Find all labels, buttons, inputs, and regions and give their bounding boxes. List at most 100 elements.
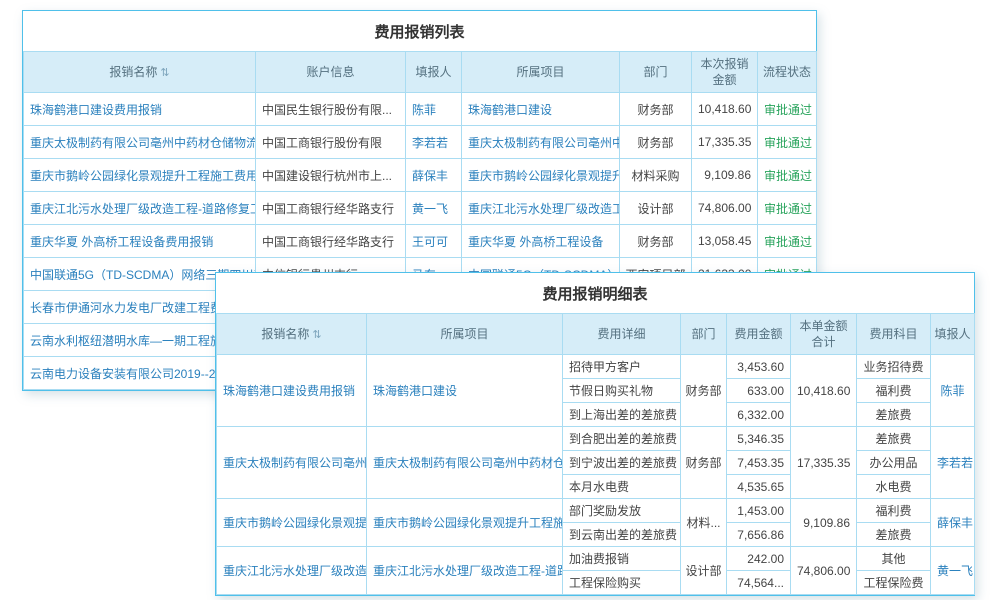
report-name-link[interactable]: 重庆江北污水处理厂级改造工程-道路修复工程费用... bbox=[30, 202, 256, 216]
expense-detail-table: 报销名称⇅ 所属项目 费用详细 部门 费用金额 本单金额合计 费用科目 填报人 … bbox=[216, 313, 975, 595]
account-cell: 中国工商银行股份有限 bbox=[256, 126, 406, 159]
col-header-dept: 部门 bbox=[681, 314, 727, 355]
report-name-link[interactable]: 重庆太极制药有限公司亳州中药材仓储物流基地项... bbox=[30, 136, 256, 150]
table-row: 重庆华夏 外高桥工程设备费用报销 中国工商银行经华路支行 王可可 重庆华夏 外高… bbox=[24, 225, 817, 258]
report-name-link[interactable]: 重庆江北污水处理厂级改造工程-... bbox=[223, 564, 367, 578]
project-link[interactable]: 重庆江北污水处理厂级改造工... bbox=[468, 202, 620, 216]
dept-cell: 财务部 bbox=[681, 427, 727, 499]
report-name-link[interactable]: 重庆市鹅岭公园绿化景观提升工程施工费用报销 bbox=[30, 169, 256, 183]
col-header-status: 流程状态 bbox=[758, 52, 817, 93]
amount-cell: 10,418.60 bbox=[692, 93, 758, 126]
col-header-dept: 部门 bbox=[620, 52, 692, 93]
expense-detail-cell: 本月水电费 bbox=[563, 475, 681, 499]
amount-cell: 17,335.35 bbox=[692, 126, 758, 159]
report-name-link[interactable]: 重庆市鹅岭公园绿化景观提升工... bbox=[223, 516, 367, 530]
project-link[interactable]: 重庆太极制药有限公司亳州中... bbox=[468, 136, 620, 150]
col-header-project: 所属项目 bbox=[462, 52, 620, 93]
col-header-report-name: 报销名称⇅ bbox=[217, 314, 367, 355]
table-row: 珠海鹤港口建设费用报销 中国民生银行股份有限... 陈菲 珠海鹤港口建设 财务部… bbox=[24, 93, 817, 126]
amount-cell: 13,058.45 bbox=[692, 225, 758, 258]
filler-link[interactable]: 李若若 bbox=[412, 136, 448, 150]
filler-link[interactable]: 陈菲 bbox=[412, 103, 436, 117]
sort-icon[interactable]: ⇅ bbox=[160, 66, 169, 81]
col-header-filler: 填报人 bbox=[406, 52, 462, 93]
dept-cell: 财务部 bbox=[620, 225, 692, 258]
table-row: 重庆太极制药有限公司亳州中药... 重庆太极制药有限公司亳州中药材仓储物流...… bbox=[217, 427, 975, 451]
col-header-expense-amount: 费用金额 bbox=[727, 314, 791, 355]
category-cell: 工程保险费 bbox=[857, 571, 931, 595]
account-cell: 中国建设银行杭州市上... bbox=[256, 159, 406, 192]
amount-cell: 5,346.35 bbox=[727, 427, 791, 451]
dept-cell: 财务部 bbox=[681, 355, 727, 427]
report-name-link[interactable]: 珠海鹤港口建设费用报销 bbox=[30, 103, 162, 117]
dept-cell: 财务部 bbox=[620, 93, 692, 126]
table-row: 重庆市鹅岭公园绿化景观提升工程施工费用报销 中国建设银行杭州市上... 薛保丰 … bbox=[24, 159, 817, 192]
filler-link[interactable]: 陈菲 bbox=[940, 384, 964, 398]
filler-link[interactable]: 薛保丰 bbox=[412, 169, 448, 183]
expense-detail-cell: 到合肥出差的差旅费 bbox=[563, 427, 681, 451]
dept-cell: 材料采购 bbox=[620, 159, 692, 192]
col-header-expense-detail: 费用详细 bbox=[563, 314, 681, 355]
filler-link[interactable]: 黄一飞 bbox=[937, 564, 973, 578]
report-name-link[interactable]: 重庆太极制药有限公司亳州中药... bbox=[223, 456, 367, 470]
dept-cell: 设计部 bbox=[620, 192, 692, 225]
expense-detail-cell: 部门奖励发放 bbox=[563, 499, 681, 523]
project-link[interactable]: 重庆太极制药有限公司亳州中药材仓储物流... bbox=[373, 456, 563, 470]
amount-cell: 6,332.00 bbox=[727, 403, 791, 427]
account-cell: 中国民生银行股份有限... bbox=[256, 93, 406, 126]
project-link[interactable]: 重庆江北污水处理厂级改造工程-道路修复工程 bbox=[373, 564, 563, 578]
category-cell: 差旅费 bbox=[857, 427, 931, 451]
total-cell: 10,418.60 bbox=[791, 355, 857, 427]
table-row: 重庆江北污水处理厂级改造工程-... 重庆江北污水处理厂级改造工程-道路修复工程… bbox=[217, 547, 975, 571]
project-link[interactable]: 重庆华夏 外高桥工程设备 bbox=[468, 235, 603, 249]
amount-cell: 74,806.00 bbox=[692, 192, 758, 225]
category-cell: 其他 bbox=[857, 547, 931, 571]
amount-cell: 242.00 bbox=[727, 547, 791, 571]
status-badge: 审批通过 bbox=[764, 202, 812, 216]
status-badge: 审批通过 bbox=[764, 136, 812, 150]
expense-detail-cell: 招待甲方客户 bbox=[563, 355, 681, 379]
filler-link[interactable]: 薛保丰 bbox=[937, 516, 973, 530]
amount-cell: 7,656.86 bbox=[727, 523, 791, 547]
project-link[interactable]: 重庆市鹅岭公园绿化景观提升... bbox=[468, 169, 620, 183]
expense-detail-cell: 到上海出差的差旅费 bbox=[563, 403, 681, 427]
amount-cell: 1,453.00 bbox=[727, 499, 791, 523]
expense-detail-header-row: 报销名称⇅ 所属项目 费用详细 部门 费用金额 本单金额合计 费用科目 填报人 bbox=[217, 314, 975, 355]
account-cell: 中国工商银行经华路支行 bbox=[256, 225, 406, 258]
project-link[interactable]: 珠海鹤港口建设 bbox=[468, 103, 552, 117]
filler-link[interactable]: 李若若 bbox=[937, 456, 973, 470]
category-cell: 福利费 bbox=[857, 379, 931, 403]
col-header-report-name-label: 报销名称 bbox=[261, 327, 309, 341]
expense-detail-cell: 工程保险购买 bbox=[563, 571, 681, 595]
col-header-filler: 填报人 bbox=[931, 314, 975, 355]
expense-detail-cell: 到云南出差的差旅费 bbox=[563, 523, 681, 547]
total-cell: 74,806.00 bbox=[791, 547, 857, 595]
table-row: 重庆太极制药有限公司亳州中药材仓储物流基地项... 中国工商银行股份有限 李若若… bbox=[24, 126, 817, 159]
report-name-link[interactable]: 重庆华夏 外高桥工程设备费用报销 bbox=[30, 235, 213, 249]
amount-cell: 7,453.35 bbox=[727, 451, 791, 475]
col-header-report-name: 报销名称⇅ bbox=[24, 52, 256, 93]
amount-cell: 3,453.60 bbox=[727, 355, 791, 379]
amount-cell: 633.00 bbox=[727, 379, 791, 403]
project-link[interactable]: 珠海鹤港口建设 bbox=[373, 384, 457, 398]
status-badge: 审批通过 bbox=[764, 103, 812, 117]
col-header-report-name-label: 报销名称 bbox=[109, 65, 157, 79]
dept-cell: 设计部 bbox=[681, 547, 727, 595]
project-link[interactable]: 重庆市鹅岭公园绿化景观提升工程施工 bbox=[373, 516, 563, 530]
col-header-project: 所属项目 bbox=[367, 314, 563, 355]
amount-cell: 74,564... bbox=[727, 571, 791, 595]
category-cell: 业务招待费 bbox=[857, 355, 931, 379]
expense-list-header-row: 报销名称⇅ 账户信息 填报人 所属项目 部门 本次报销金额 流程状态 bbox=[24, 52, 817, 93]
col-header-order-total: 本单金额合计 bbox=[791, 314, 857, 355]
table-row: 珠海鹤港口建设费用报销 珠海鹤港口建设 招待甲方客户 财务部 3,453.60 … bbox=[217, 355, 975, 379]
expense-detail-title: 费用报销明细表 bbox=[216, 273, 974, 313]
status-badge: 审批通过 bbox=[764, 235, 812, 249]
sort-icon[interactable]: ⇅ bbox=[312, 328, 321, 343]
filler-link[interactable]: 黄一飞 bbox=[412, 202, 448, 216]
status-badge: 审批通过 bbox=[764, 169, 812, 183]
category-cell: 差旅费 bbox=[857, 403, 931, 427]
report-name-link[interactable]: 珠海鹤港口建设费用报销 bbox=[223, 384, 355, 398]
expense-list-title: 费用报销列表 bbox=[23, 11, 816, 51]
filler-link[interactable]: 王可可 bbox=[412, 235, 448, 249]
amount-cell: 9,109.86 bbox=[692, 159, 758, 192]
